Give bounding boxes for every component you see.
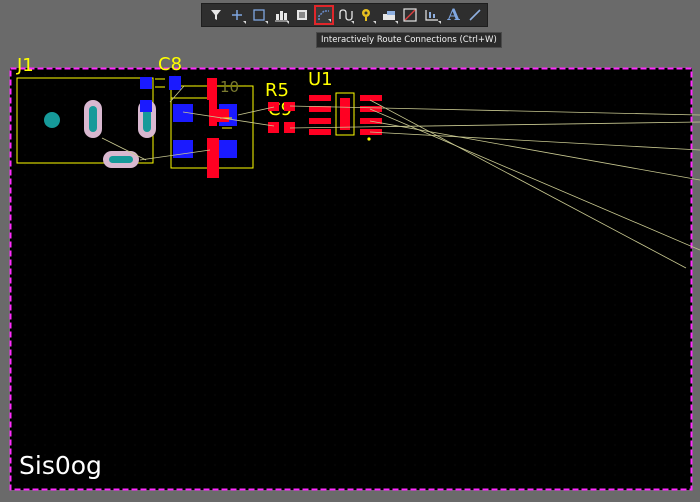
line-icon: [469, 9, 481, 21]
dropdown-arrow-icon: [243, 21, 247, 24]
designator-r5: R5: [265, 80, 289, 101]
component-icon: [297, 10, 308, 20]
designator-c10: 10: [220, 78, 239, 96]
u1-thermal-pad[interactable]: [340, 98, 350, 130]
polygon-button[interactable]: [401, 5, 421, 25]
text-button[interactable]: A: [444, 5, 464, 25]
dimension-button[interactable]: [422, 5, 442, 25]
reg-top-pad-1[interactable]: [207, 78, 217, 100]
designator-u1: U1: [308, 69, 333, 90]
dropdown-arrow-icon: [351, 21, 355, 24]
u1-pin-3[interactable]: [309, 118, 331, 124]
u1-pin-4[interactable]: [309, 129, 331, 135]
j1-mount-hole: [44, 112, 60, 128]
c8-pad-a[interactable]: [140, 77, 152, 89]
dropdown-arrow-icon: [327, 19, 331, 22]
dropdown-arrow-icon: [437, 21, 441, 24]
dropdown-arrow-icon: [373, 21, 377, 24]
filter-icon: [210, 10, 221, 20]
board-area: [10, 68, 692, 490]
dropdown-arrow-icon: [286, 21, 290, 24]
line-button[interactable]: [465, 5, 485, 25]
c8-pad-b[interactable]: [140, 100, 152, 112]
active-bar-toolbar: A: [201, 3, 488, 27]
tooltip: Interactively Route Connections (Ctrl+W): [316, 32, 502, 48]
pcb-canvas[interactable]: J1 C8 10 R5 C9 U1 Sis0og: [0, 0, 700, 502]
align-button[interactable]: [271, 5, 291, 25]
designator-j1: J1: [16, 55, 34, 76]
fill-button[interactable]: [379, 5, 399, 25]
c9-pad-1[interactable]: [268, 122, 279, 133]
component-button[interactable]: [292, 5, 312, 25]
polygon-icon: [403, 8, 418, 22]
select-rect-button[interactable]: [249, 5, 269, 25]
c9-pad-2[interactable]: [284, 122, 295, 133]
route-button[interactable]: [313, 5, 334, 25]
filter-button[interactable]: [206, 5, 226, 25]
r5-pad-1[interactable]: [268, 102, 279, 111]
reg-pad-1[interactable]: [169, 76, 181, 90]
u1-pin-1[interactable]: [309, 95, 331, 101]
reg-pad-3[interactable]: [173, 140, 193, 158]
diff-pair-button[interactable]: [336, 5, 356, 25]
text-icon: A: [447, 5, 460, 24]
dropdown-arrow-icon: [394, 21, 398, 24]
reg-pad-5[interactable]: [219, 140, 237, 158]
u1-pin1-marker: [367, 137, 371, 141]
watermark-logo: Sis0og: [19, 451, 102, 480]
reg-top-pad-2[interactable]: [207, 138, 219, 178]
via-button[interactable]: [357, 5, 377, 25]
r5-pad-2[interactable]: [284, 102, 295, 111]
designator-c8: C8: [158, 54, 182, 75]
crosshair-button[interactable]: [228, 5, 248, 25]
dropdown-arrow-icon: [264, 21, 268, 24]
